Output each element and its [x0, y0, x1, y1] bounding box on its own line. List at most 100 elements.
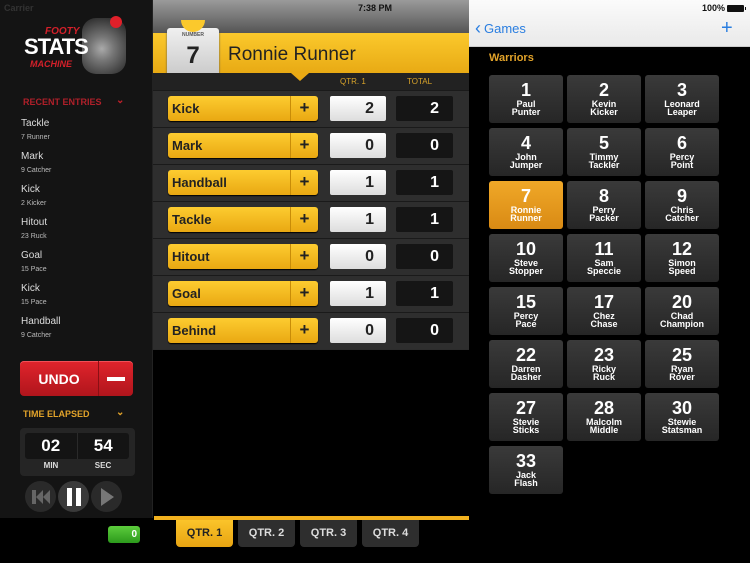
- stat-total-value: 1: [396, 207, 453, 232]
- player-button[interactable]: 5 Timmy Tackler: [567, 128, 641, 176]
- plus-icon[interactable]: +: [290, 133, 318, 158]
- entry-player: 2 Kicker: [21, 200, 47, 207]
- recent-entries-header[interactable]: RECENT ENTRIES: [23, 97, 102, 107]
- chevron-down-icon[interactable]: ⌄: [116, 95, 124, 106]
- back-button[interactable]: ‹ Games: [475, 18, 526, 38]
- player-number: 6: [676, 133, 687, 153]
- player-button[interactable]: 9 Chris Catcher: [645, 181, 719, 229]
- play-button[interactable]: [91, 481, 122, 512]
- time-elapsed-header[interactable]: TIME ELAPSED: [23, 409, 90, 419]
- team-name: Warriors: [489, 52, 534, 64]
- player-number: 30: [671, 398, 693, 418]
- player-button[interactable]: 7 Ronnie Runner: [489, 181, 563, 229]
- player-button[interactable]: 20 Chad Champion: [645, 287, 719, 335]
- entry-event: Goal: [21, 250, 43, 261]
- pause-icon: [66, 487, 81, 506]
- stat-name: Handball: [172, 175, 227, 190]
- stat-button[interactable]: Behind +: [168, 318, 318, 343]
- player-button[interactable]: 15 Percy Pace: [489, 287, 563, 335]
- plus-icon[interactable]: +: [290, 244, 318, 269]
- stats-panel: 7:38 PM NUMBER 7 Ronnie Runner QTR. 1 TO…: [153, 0, 469, 350]
- player-button[interactable]: 28 Malcolm Middle: [567, 393, 641, 441]
- player-button[interactable]: 6 Percy Point: [645, 128, 719, 176]
- player-number: 20: [671, 292, 693, 312]
- player-button[interactable]: 25 Ryan Rover: [645, 340, 719, 388]
- player-last-name: Speccie: [586, 266, 622, 276]
- stat-button[interactable]: Goal +: [168, 281, 318, 306]
- plus-icon[interactable]: +: [290, 207, 318, 232]
- player-button[interactable]: 27 Stevie Sticks: [489, 393, 563, 441]
- jersey-number: 7: [186, 42, 200, 69]
- stat-row-behind: Behind + 0 0: [153, 312, 469, 349]
- chevron-left-icon: ‹: [475, 18, 481, 38]
- player-number: 2: [598, 80, 609, 100]
- entry-player: 23 Ruck: [21, 233, 47, 240]
- plus-icon[interactable]: +: [290, 318, 318, 343]
- undo-button[interactable]: UNDO: [20, 361, 133, 396]
- stat-row-tackle: Tackle + 1 1: [153, 201, 469, 238]
- tab-qtr-1[interactable]: QTR. 1: [176, 520, 233, 547]
- player-number: 4: [520, 133, 531, 153]
- player-button[interactable]: 22 Darren Dasher: [489, 340, 563, 388]
- tab-qtr-4[interactable]: QTR. 4: [362, 520, 419, 547]
- plus-icon[interactable]: +: [290, 96, 318, 121]
- player-grid: 1 Paul Punter 2 Kevin Kicker 3 Leonard Leaper 4 Jo…: [489, 75, 719, 494]
- stat-name: Tackle: [172, 212, 212, 227]
- stat-total-value: 0: [396, 318, 453, 343]
- player-number: 8: [598, 186, 609, 206]
- player-button[interactable]: 12 Simon Speed: [645, 234, 719, 282]
- player-button[interactable]: 11 Sam Speccie: [567, 234, 641, 282]
- player-button[interactable]: 1 Paul Punter: [489, 75, 563, 123]
- stat-qtr-value: 2: [330, 96, 386, 121]
- player-last-name: Tackler: [588, 160, 620, 170]
- player-last-name: Point: [670, 160, 694, 170]
- quarter-tabs: QTR. 1 QTR. 2 QTR. 3 QTR. 4: [176, 520, 419, 547]
- stat-button[interactable]: Hitout +: [168, 244, 318, 269]
- recent-entries-list: Tackle 7 Runner Mark 9 Catcher Kick 2 Kicke…: [21, 118, 60, 349]
- player-button[interactable]: 3 Leonard Leaper: [645, 75, 719, 123]
- player-button[interactable]: 33 Jack Flash: [489, 446, 563, 494]
- tab-qtr-3[interactable]: QTR. 3: [300, 520, 357, 547]
- rewind-button[interactable]: [25, 481, 56, 512]
- player-button[interactable]: 10 Steve Stopper: [489, 234, 563, 282]
- timer-min-label: MIN: [43, 461, 59, 470]
- battery-percent: 100%: [702, 3, 726, 13]
- player-button[interactable]: 2 Kevin Kicker: [567, 75, 641, 123]
- jersey-icon: NUMBER 7: [167, 20, 219, 78]
- plus-icon[interactable]: +: [290, 281, 318, 306]
- stat-qtr-value: 0: [330, 318, 386, 343]
- minus-icon[interactable]: [98, 361, 133, 396]
- add-icon[interactable]: +: [721, 17, 733, 40]
- player-button[interactable]: 23 Ricky Ruck: [567, 340, 641, 388]
- player-last-name: Statsman: [661, 425, 703, 435]
- player-number: 12: [671, 239, 693, 259]
- list-item: Tackle 7 Runner: [21, 118, 60, 151]
- player-button[interactable]: 4 John Jumper: [489, 128, 563, 176]
- player-button[interactable]: 8 Perry Packer: [567, 181, 641, 229]
- player-button[interactable]: 30 Stewie Statsman: [645, 393, 719, 441]
- timer-seconds: 54: [93, 436, 113, 455]
- stat-name: Kick: [172, 101, 200, 116]
- stat-button[interactable]: Handball +: [168, 170, 318, 195]
- stat-qtr-value: 1: [330, 281, 386, 306]
- player-number: 33: [515, 451, 537, 471]
- plus-icon[interactable]: +: [290, 170, 318, 195]
- stat-button[interactable]: Kick +: [168, 96, 318, 121]
- chevron-down-icon[interactable]: ⌄: [116, 407, 124, 418]
- stat-button[interactable]: Tackle +: [168, 207, 318, 232]
- timer-controls: [25, 481, 122, 512]
- list-item: Kick 2 Kicker: [21, 184, 60, 217]
- entry-event: Kick: [21, 184, 40, 195]
- stat-qtr-value: 0: [330, 244, 386, 269]
- player-number: 25: [671, 345, 693, 365]
- list-item: Goal 15 Pace: [21, 250, 60, 283]
- play-icon: [100, 487, 114, 506]
- player-last-name: Sticks: [512, 425, 540, 435]
- player-last-name: Leaper: [667, 107, 697, 117]
- pause-button[interactable]: [58, 481, 89, 512]
- player-button[interactable]: 17 Chez Chase: [567, 287, 641, 335]
- entry-event: Tackle: [21, 118, 50, 129]
- tab-qtr-2[interactable]: QTR. 2: [238, 520, 295, 547]
- stat-button[interactable]: Mark +: [168, 133, 318, 158]
- stat-name: Mark: [172, 138, 203, 153]
